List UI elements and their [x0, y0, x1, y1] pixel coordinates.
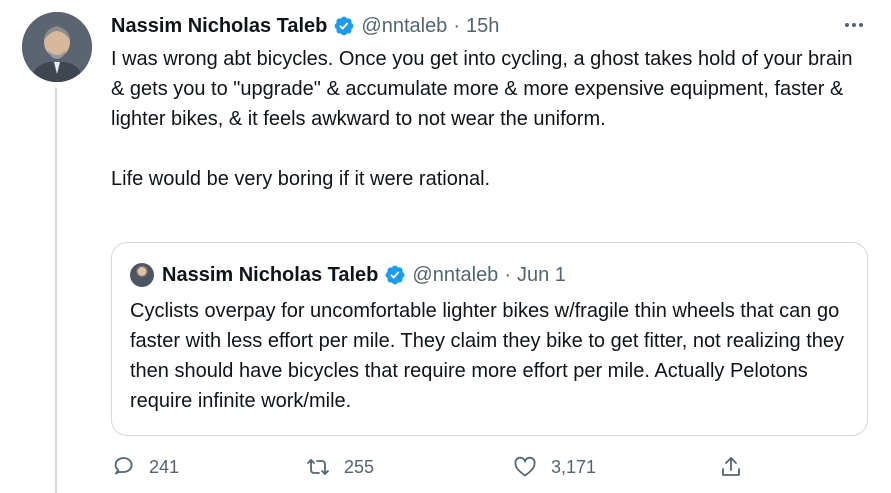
like-button[interactable]: 3,171: [513, 455, 596, 479]
tweet-header: Nassim Nicholas Taleb @nntaleb · 15h: [111, 12, 871, 40]
like-count: 3,171: [551, 456, 597, 477]
author-handle[interactable]: @nntaleb: [361, 15, 447, 38]
quoted-tweet-header: Nassim Nicholas Taleb @nntaleb · Jun 1: [130, 261, 566, 289]
quoted-author-name: Nassim Nicholas Taleb: [162, 263, 379, 286]
separator-dot: ·: [453, 14, 460, 37]
quoted-author-handle: @nntaleb: [412, 263, 499, 286]
separator-dot: ·: [504, 263, 511, 286]
author-name[interactable]: Nassim Nicholas Taleb: [111, 15, 327, 38]
quoted-tweet[interactable]: Nassim Nicholas Taleb @nntaleb · Jun 1 C…: [111, 242, 868, 436]
reply-button[interactable]: 241: [111, 455, 179, 479]
like-icon: [514, 456, 536, 477]
quoted-timestamp: Jun 1: [516, 263, 566, 286]
reply-count: 241: [149, 456, 180, 477]
tweet-timestamp[interactable]: 15h: [466, 15, 499, 38]
quoted-avatar: [130, 263, 154, 287]
verified-badge-icon: [334, 16, 354, 36]
thread-line: [55, 88, 57, 493]
tweet-actions: 241 255 3,171: [111, 455, 761, 485]
share-button[interactable]: [719, 455, 743, 479]
reply-icon: [114, 457, 133, 475]
retweet-icon: [307, 459, 329, 475]
verified-badge-icon: [385, 265, 405, 285]
quoted-tweet-text: Cyclists overpay for uncomfortable light…: [130, 300, 845, 412]
retweet-count: 255: [344, 456, 375, 477]
avatar[interactable]: [22, 12, 92, 82]
more-horizontal-icon[interactable]: [839, 14, 869, 36]
tweet-text: I was wrong abt bicycles. Once you get i…: [111, 48, 853, 190]
share-icon: [722, 457, 740, 476]
retweet-button[interactable]: 255: [306, 455, 374, 479]
